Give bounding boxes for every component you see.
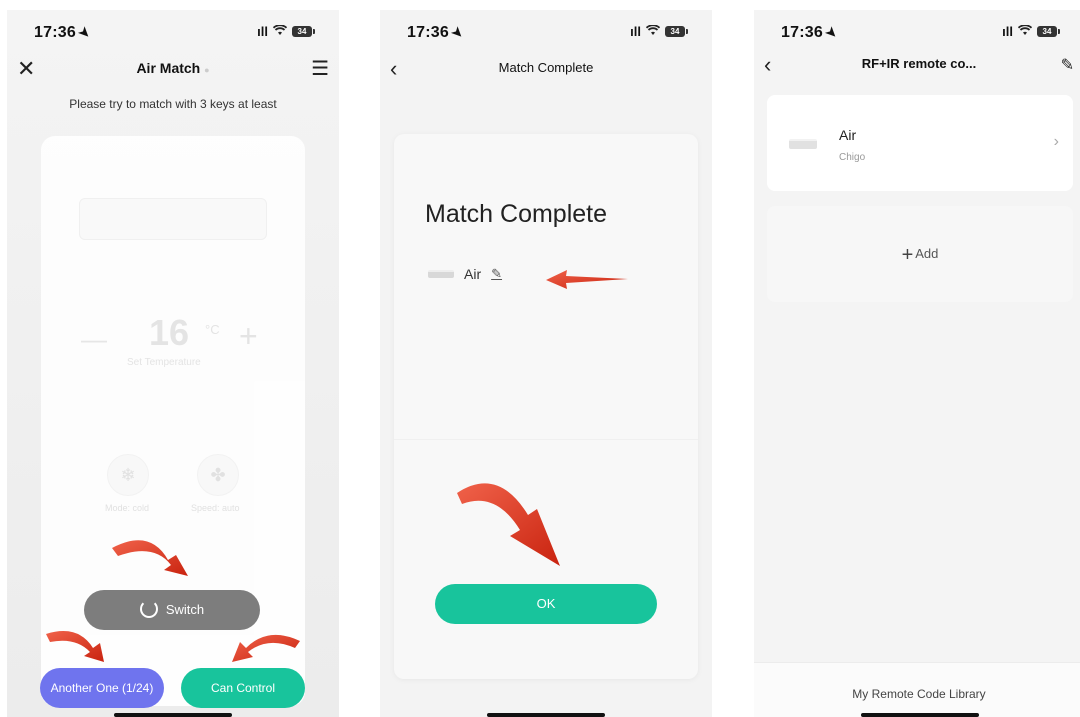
- remote-item-brand: Chigo: [839, 152, 866, 163]
- signal-icon: ıll: [630, 24, 641, 39]
- menu-icon[interactable]: ☰: [311, 56, 329, 81]
- power-icon: [139, 599, 158, 618]
- wifi-icon: [272, 24, 288, 39]
- nav-bar: ‹ RF+IR remote co... ✎: [754, 52, 1080, 77]
- location-arrow-icon: ➤: [75, 23, 95, 42]
- wifi-icon: [1017, 24, 1033, 39]
- can-control-button[interactable]: Can Control: [181, 668, 305, 708]
- fan-icon[interactable]: ✤: [197, 454, 239, 496]
- status-time: 17:36➤: [407, 23, 467, 42]
- time-text: 17:36: [781, 24, 823, 41]
- status-bar: 17:36➤ ıll 34: [754, 22, 1080, 44]
- battery-icon: 34: [1037, 26, 1057, 37]
- temp-increase-button[interactable]: +: [239, 318, 258, 355]
- snowflake-icon[interactable]: ❄: [107, 454, 149, 496]
- signal-icon: ıll: [257, 24, 268, 39]
- chevron-right-icon: ›: [1053, 133, 1059, 150]
- match-complete-heading: Match Complete: [425, 200, 608, 228]
- set-temperature-label: Set Temperature: [127, 357, 201, 368]
- edit-icon[interactable]: ✎: [491, 266, 502, 282]
- add-label: Add: [915, 246, 939, 261]
- remote-item-name: Air: [839, 127, 857, 143]
- battery-cap: [686, 29, 688, 34]
- temperature-value: 16: [149, 312, 190, 353]
- another-one-button[interactable]: Another One (1/24): [40, 668, 164, 708]
- add-remote-button[interactable]: + Add: [767, 206, 1073, 302]
- air-conditioner-icon: [428, 270, 454, 278]
- status-icons: ıll 34: [1002, 24, 1060, 39]
- home-indicator: [114, 713, 232, 717]
- remote-list-screen: 17:36➤ ıll 34 ‹ RF+IR remote co... ✎ Air…: [754, 10, 1080, 717]
- mode-label: Mode: cold: [105, 503, 150, 513]
- edit-icon[interactable]: ✎: [1061, 55, 1074, 75]
- battery-icon: 34: [292, 26, 312, 37]
- time-text: 17:36: [407, 24, 449, 41]
- signal-icon: ıll: [1002, 24, 1013, 39]
- air-conditioner-icon: [789, 139, 817, 149]
- status-time: 17:36➤: [34, 23, 94, 42]
- battery-cap: [313, 29, 315, 34]
- temp-decrease-button[interactable]: —: [81, 324, 107, 355]
- status-bar: 17:36➤ ıll 34: [380, 22, 712, 44]
- home-indicator: [487, 713, 605, 717]
- device-name: Air: [464, 266, 482, 282]
- battery-cap: [1058, 29, 1060, 34]
- air-conditioner-image: [79, 198, 267, 240]
- status-time: 17:36➤: [781, 23, 841, 42]
- location-arrow-icon: ➤: [448, 23, 468, 42]
- title-text: Air Match: [136, 60, 201, 76]
- page-title: Match Complete: [498, 60, 594, 75]
- match-complete-screen: 17:36➤ ıll 34 ‹ Match Complete Match Com…: [380, 10, 712, 717]
- status-dot-icon: ●: [204, 65, 210, 75]
- status-icons: ıll 34: [257, 24, 315, 39]
- air-match-screen: 17:36➤ ıll 34 ✕ Air Match ● ☰ Please try…: [7, 10, 339, 717]
- ok-button[interactable]: OK: [435, 584, 657, 624]
- remote-code-library-link[interactable]: My Remote Code Library: [754, 687, 1080, 701]
- page-title: RF+IR remote co...: [861, 56, 977, 71]
- nav-bar: ‹ Match Complete: [380, 56, 712, 81]
- battery-icon: 34: [665, 26, 685, 37]
- match-hint: Please try to match with 3 keys at least: [69, 97, 277, 111]
- nav-bar: ✕ Air Match ● ☰: [7, 56, 339, 81]
- page-title: Air Match ●: [7, 60, 339, 76]
- match-complete-card: Match Complete Air ✎ OK: [394, 134, 698, 679]
- plus-icon: +: [901, 243, 914, 266]
- time-text: 17:36: [34, 24, 76, 41]
- wifi-icon: [645, 24, 661, 39]
- location-arrow-icon: ➤: [822, 23, 842, 42]
- status-bar: 17:36➤ ıll 34: [7, 22, 339, 44]
- divider: [394, 439, 698, 440]
- switch-button[interactable]: Switch: [84, 590, 260, 630]
- status-icons: ıll 34: [630, 24, 688, 39]
- speed-label: Speed: auto: [191, 503, 240, 513]
- device-name-row: Air ✎: [428, 266, 502, 282]
- temperature-unit: °C: [205, 322, 220, 337]
- switch-label: Switch: [165, 602, 205, 617]
- home-indicator: [861, 713, 979, 717]
- remote-item-air[interactable]: Air Chigo ›: [767, 95, 1073, 191]
